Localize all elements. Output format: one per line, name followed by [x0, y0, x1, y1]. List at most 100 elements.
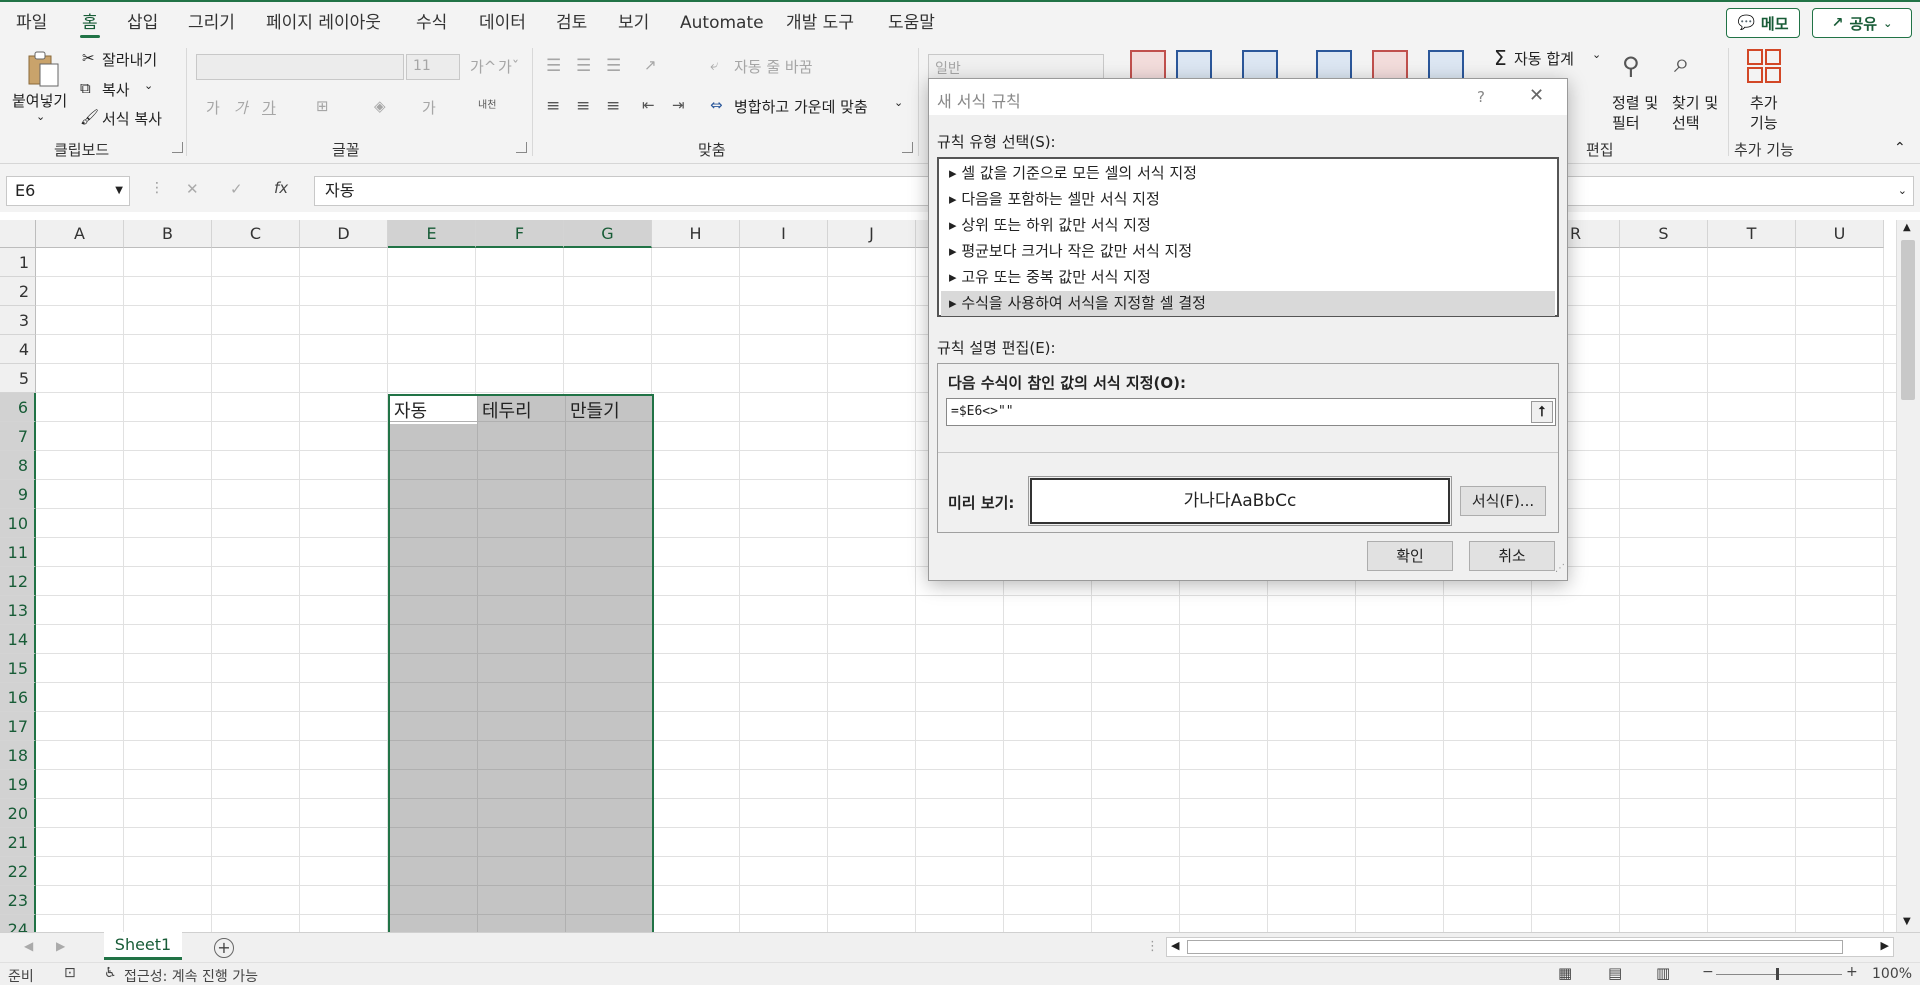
- row-header-20[interactable]: 20: [0, 799, 36, 828]
- copy-dropdown-icon[interactable]: ⌄: [144, 79, 153, 92]
- row-header-4[interactable]: 4: [0, 335, 36, 364]
- expand-formula-icon[interactable]: ⌄: [1898, 177, 1907, 205]
- number-format-select[interactable]: 일반: [928, 54, 1104, 80]
- next-sheet-icon[interactable]: ▶: [56, 939, 65, 953]
- zoom-slider[interactable]: [1716, 974, 1842, 975]
- column-header-f[interactable]: F: [476, 220, 564, 248]
- name-box[interactable]: E6 ▼: [6, 176, 130, 206]
- paste-dropdown-icon[interactable]: ⌄: [36, 110, 45, 123]
- row-header-14[interactable]: 14: [0, 625, 36, 654]
- font-size-select[interactable]: 11: [406, 54, 460, 80]
- tab-help[interactable]: 도움말: [886, 10, 937, 36]
- resize-grip-icon[interactable]: ⋰: [1555, 563, 1565, 574]
- share-button[interactable]: ↗ 공유 ⌄: [1812, 8, 1912, 38]
- font-name-select[interactable]: [196, 54, 404, 80]
- font-color-button[interactable]: 가: [422, 97, 436, 118]
- column-header-d[interactable]: D: [300, 220, 388, 248]
- row-header-9[interactable]: 9: [0, 480, 36, 509]
- zoom-slider-thumb[interactable]: [1776, 968, 1779, 980]
- row-header-12[interactable]: 12: [0, 567, 36, 596]
- collapse-dialog-icon[interactable]: ⭡: [1531, 401, 1553, 423]
- align-center-icon[interactable]: ≡: [576, 96, 590, 116]
- copy-button[interactable]: 복사: [102, 79, 130, 100]
- rule-type-item[interactable]: ▸ 셀 값을 기준으로 모든 셀의 서식 지정: [941, 161, 1555, 186]
- increase-font-button[interactable]: 가^: [470, 56, 496, 77]
- decrease-indent-icon[interactable]: ⇤: [642, 96, 655, 114]
- row-header-5[interactable]: 5: [0, 364, 36, 393]
- enter-formula-icon[interactable]: ✓: [230, 180, 243, 198]
- row-header-17[interactable]: 17: [0, 712, 36, 741]
- row-header-22[interactable]: 22: [0, 857, 36, 886]
- align-left-icon[interactable]: ≡: [546, 96, 560, 116]
- column-header-a[interactable]: A: [36, 220, 124, 248]
- row-header-10[interactable]: 10: [0, 509, 36, 538]
- close-icon[interactable]: ✕: [1529, 85, 1544, 106]
- phonetic-button[interactable]: 내천: [478, 96, 496, 111]
- horizontal-scrollbar[interactable]: ◀ ▶: [1166, 937, 1894, 957]
- rule-type-list[interactable]: ▸ 셀 값을 기준으로 모든 셀의 서식 지정 ▸ 다음을 포함하는 셀만 서식…: [937, 157, 1559, 317]
- tab-file[interactable]: 파일: [14, 10, 49, 36]
- align-bottom-icon[interactable]: ☰: [606, 56, 621, 76]
- sheet-tab-sheet1[interactable]: Sheet1: [104, 932, 182, 960]
- page-break-view-icon[interactable]: ▥: [1656, 964, 1670, 982]
- tab-page-layout[interactable]: 페이지 레이아웃: [264, 10, 383, 36]
- accessibility-status[interactable]: 접근성: 계속 진행 가능: [124, 966, 258, 985]
- increase-indent-icon[interactable]: ⇥: [672, 96, 685, 114]
- formula-condition-input[interactable]: =$E6<>"" ⭡: [946, 398, 1556, 426]
- prev-sheet-icon[interactable]: ◀: [24, 939, 33, 953]
- tab-automate[interactable]: Automate: [678, 10, 766, 36]
- h-scroll-thumb[interactable]: [1187, 940, 1843, 954]
- format-painter-button[interactable]: 서식 복사: [102, 108, 162, 129]
- find-select-button[interactable]: 찾기 및: [1672, 92, 1718, 113]
- scroll-down-icon[interactable]: ▼: [1903, 916, 1911, 927]
- addins-button[interactable]: 추가: [1750, 92, 1778, 113]
- zoom-in-icon[interactable]: +: [1846, 964, 1858, 980]
- rule-type-item[interactable]: ▸ 평균보다 크거나 작은 값만 서식 지정: [941, 239, 1555, 264]
- tab-review[interactable]: 검토: [554, 10, 589, 36]
- row-header-21[interactable]: 21: [0, 828, 36, 857]
- column-header-j[interactable]: J: [828, 220, 916, 248]
- splitter-icon[interactable]: ⋮: [1146, 939, 1159, 954]
- row-header-15[interactable]: 15: [0, 654, 36, 683]
- tab-insert[interactable]: 삽입: [125, 10, 160, 36]
- scroll-up-icon[interactable]: ▲: [1903, 222, 1911, 233]
- column-header-h[interactable]: H: [652, 220, 740, 248]
- scroll-thumb[interactable]: [1901, 240, 1915, 400]
- vertical-scrollbar[interactable]: ▲ ▼: [1896, 220, 1920, 932]
- bold-button[interactable]: 가: [206, 97, 220, 118]
- row-header-2[interactable]: 2: [0, 277, 36, 306]
- rule-type-item-selected[interactable]: ▸ 수식을 사용하여 서식을 지정할 셀 결정: [941, 291, 1555, 316]
- row-header-11[interactable]: 11: [0, 538, 36, 567]
- cut-button[interactable]: 잘라내기: [102, 49, 157, 70]
- column-header-g[interactable]: G: [564, 220, 652, 248]
- row-header-13[interactable]: 13: [0, 596, 36, 625]
- column-header-t[interactable]: T: [1708, 220, 1796, 248]
- autosum-button[interactable]: 자동 합계: [1514, 48, 1574, 69]
- column-header-s[interactable]: S: [1620, 220, 1708, 248]
- align-middle-icon[interactable]: ☰: [576, 56, 591, 76]
- collapse-ribbon-icon[interactable]: ⌃: [1894, 140, 1906, 156]
- row-header-3[interactable]: 3: [0, 306, 36, 335]
- row-header-6[interactable]: 6: [0, 393, 36, 422]
- underline-button[interactable]: 가: [262, 97, 276, 118]
- merge-dropdown-icon[interactable]: ⌄: [894, 96, 903, 109]
- scroll-right-icon[interactable]: ▶: [1881, 939, 1889, 952]
- alignment-launcher-icon[interactable]: [902, 142, 913, 153]
- column-header-u[interactable]: U: [1796, 220, 1884, 248]
- row-header-8[interactable]: 8: [0, 451, 36, 480]
- paste-button[interactable]: 붙여넣기: [12, 90, 67, 111]
- column-header-c[interactable]: C: [212, 220, 300, 248]
- cancel-button[interactable]: 취소: [1469, 541, 1555, 571]
- tab-formulas[interactable]: 수식: [414, 10, 449, 36]
- wrap-text-button[interactable]: 자동 줄 바꿈: [734, 56, 813, 77]
- tab-data[interactable]: 데이터: [477, 10, 528, 36]
- autosum-dropdown-icon[interactable]: ⌄: [1592, 48, 1601, 61]
- scroll-left-icon[interactable]: ◀: [1171, 939, 1179, 952]
- row-header-19[interactable]: 19: [0, 770, 36, 799]
- merge-center-button[interactable]: 병합하고 가운데 맞춤: [734, 96, 868, 117]
- zoom-level[interactable]: 100%: [1872, 966, 1912, 982]
- memo-button[interactable]: 💬 메모: [1726, 8, 1800, 38]
- cancel-formula-icon[interactable]: ✕: [186, 180, 199, 198]
- sort-filter-button[interactable]: 정렬 및: [1612, 92, 1658, 113]
- insert-function-button[interactable]: fx: [274, 179, 288, 197]
